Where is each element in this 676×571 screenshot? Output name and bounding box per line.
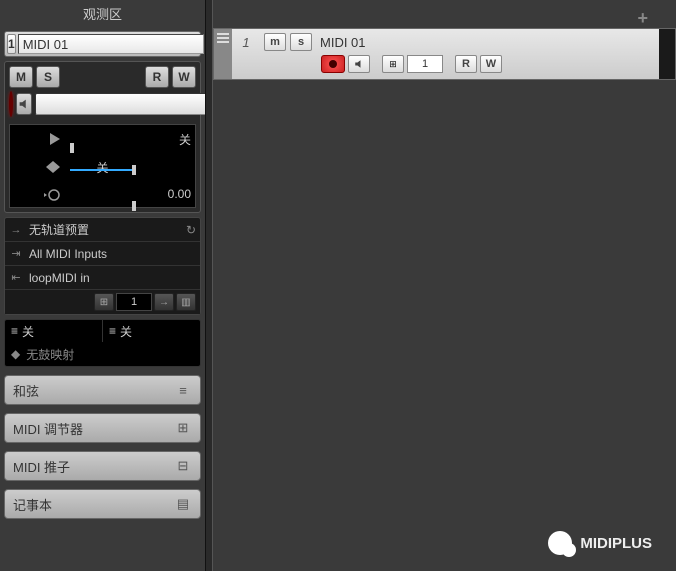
program-value: 关 xyxy=(22,323,34,340)
lane-write-button[interactable]: W xyxy=(480,55,502,73)
preset-reload-icon[interactable]: ↻ xyxy=(186,223,196,237)
midi-output-selector[interactable]: ⇤ loopMIDI in xyxy=(5,266,200,290)
lane-record-button[interactable] xyxy=(321,55,345,73)
lane-mute-button[interactable]: m xyxy=(264,33,286,51)
inspector-title: 观测区 xyxy=(4,0,201,31)
delay-slider[interactable]: 0.00 xyxy=(10,181,195,209)
monitor-button[interactable] xyxy=(16,93,32,115)
pan-slider[interactable]: 关 xyxy=(10,153,195,181)
grid-icon: ⊞ xyxy=(174,419,192,437)
midi-input-selector[interactable]: ⇥ All MIDI Inputs xyxy=(5,242,200,266)
write-automation-button[interactable]: W xyxy=(172,66,196,88)
midi-fader-label: MIDI 推子 xyxy=(13,457,70,476)
notepad-icon: ▤ xyxy=(174,495,192,513)
mute-button[interactable]: M xyxy=(9,66,33,88)
add-track-button[interactable]: + xyxy=(637,8,648,29)
arrange-area: + 1 m s MIDI 01 ⊞ 1 R W xyxy=(213,0,676,571)
track-preset-button[interactable]: → 无轨道预置 ↻ xyxy=(5,218,200,242)
drum-map-selector[interactable]: ◆ 无鼓映射 xyxy=(5,342,200,366)
lane-handle[interactable] xyxy=(214,29,232,79)
chord-section-button[interactable]: 和弦 ≡ xyxy=(4,375,201,405)
watermark-icon xyxy=(548,531,572,555)
track-rename-input[interactable] xyxy=(35,93,214,115)
lane-bank-button[interactable]: ⊞ xyxy=(382,55,404,73)
midi-fader-section-button[interactable]: MIDI 推子 ⊟ xyxy=(4,451,201,481)
input-arrow-icon: ⇥ xyxy=(9,247,23,260)
output-arrow-icon: ⇤ xyxy=(9,271,23,284)
track-lane[interactable]: 1 m s MIDI 01 ⊞ 1 R W xyxy=(213,28,676,80)
read-automation-button[interactable]: R xyxy=(145,66,169,88)
lane-monitor-button[interactable] xyxy=(348,55,370,73)
volume-slider[interactable]: 关 xyxy=(10,125,195,153)
volume-value: 关 xyxy=(179,131,191,148)
fader-icon: ⊟ xyxy=(174,457,192,475)
record-enable-button[interactable] xyxy=(9,91,13,117)
midi-modifier-section-button[interactable]: MIDI 调节器 ⊞ xyxy=(4,413,201,443)
track-number: 1 xyxy=(7,34,16,54)
lane-solo-button[interactable]: s xyxy=(290,33,312,51)
lane-track-name[interactable]: MIDI 01 xyxy=(320,35,366,50)
watermark: MIDIPLUS xyxy=(548,531,652,555)
bank-value: 关 xyxy=(120,323,132,340)
list-icon: ≡ xyxy=(11,324,18,338)
edit-instrument-button[interactable]: ▥ xyxy=(176,293,196,311)
routing-panel: → 无轨道预置 ↻ ⇥ All MIDI Inputs ⇤ loopMIDI i… xyxy=(4,217,201,315)
channel-forward-button[interactable]: → xyxy=(154,293,174,311)
drum-map-label: 无鼓映射 xyxy=(26,346,74,363)
pan-value: 关 xyxy=(96,159,108,176)
lane-channel-value[interactable]: 1 xyxy=(407,55,443,73)
delay-icon xyxy=(44,188,60,202)
track-header: 1 ▸ e xyxy=(4,31,201,57)
drum-map-icon: ◆ xyxy=(11,347,20,361)
bank-button[interactable]: ⊞ xyxy=(94,293,114,311)
preset-arrow-icon: → xyxy=(9,224,23,236)
channel-value[interactable]: 1 xyxy=(116,293,152,311)
notepad-label: 记事本 xyxy=(13,495,52,514)
output-label: loopMIDI in xyxy=(29,271,90,285)
lane-clip-area[interactable] xyxy=(659,29,675,79)
lane-track-number: 1 xyxy=(232,29,260,79)
chord-section-icon: ≡ xyxy=(174,381,192,399)
track-name-input[interactable] xyxy=(18,34,204,54)
divider-handle[interactable] xyxy=(205,0,213,571)
bank-selector[interactable]: ≡ 关 xyxy=(103,320,200,342)
notepad-section-button[interactable]: 记事本 ▤ xyxy=(4,489,201,519)
chord-label: 和弦 xyxy=(13,381,39,400)
pan-icon xyxy=(46,161,60,173)
list-icon: ≡ xyxy=(109,324,116,338)
lane-read-button[interactable]: R xyxy=(455,55,477,73)
channel-row: ⊞ 1 → ▥ xyxy=(5,290,200,314)
volume-icon xyxy=(50,133,60,145)
preset-label: 无轨道预置 xyxy=(29,221,89,238)
delay-value: 0.00 xyxy=(168,187,191,201)
watermark-text: MIDIPLUS xyxy=(580,535,652,552)
program-panel: ≡ 关 ≡ 关 ◆ 无鼓映射 xyxy=(4,319,201,367)
midi-modifier-label: MIDI 调节器 xyxy=(13,419,83,438)
solo-button[interactable]: S xyxy=(36,66,60,88)
input-label: All MIDI Inputs xyxy=(29,247,107,261)
meter-area: 关 关 0.00 xyxy=(9,124,196,208)
program-selector[interactable]: ≡ 关 xyxy=(5,320,103,342)
track-control-panel: M S R W 关 关 xyxy=(4,61,201,213)
